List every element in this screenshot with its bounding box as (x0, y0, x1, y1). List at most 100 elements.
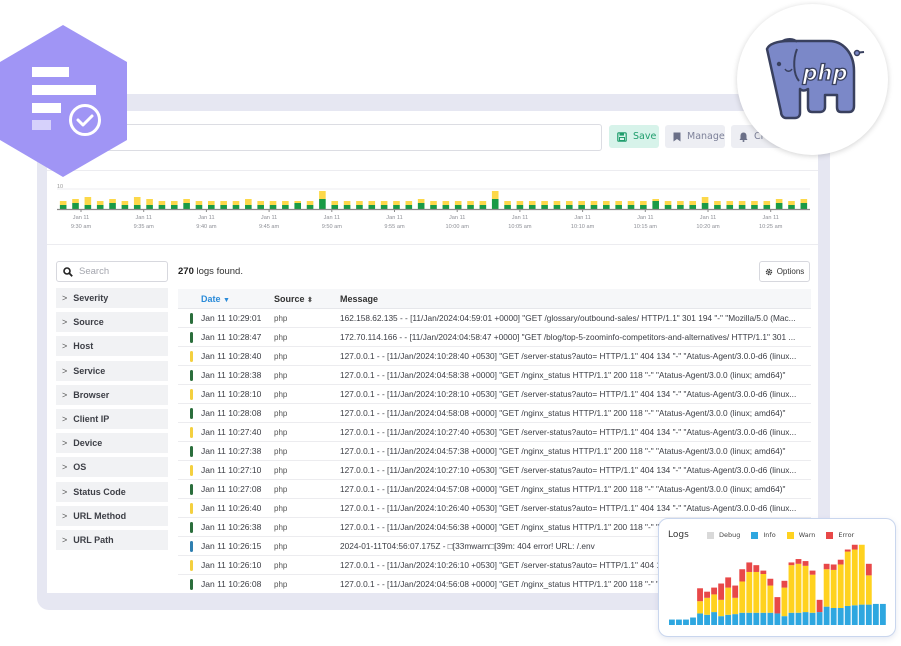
facet-host[interactable]: > Host (56, 336, 168, 357)
histogram-bar-info[interactable] (405, 205, 413, 209)
mini-bar-error[interactable] (711, 587, 718, 595)
mini-bar-warn[interactable] (858, 544, 865, 605)
mini-bar-error[interactable] (865, 563, 872, 576)
histogram-bar-info[interactable] (146, 205, 153, 209)
mini-bar-info[interactable] (711, 612, 718, 625)
histogram-bar-info[interactable] (528, 205, 536, 209)
table-row[interactable]: Jan 11 10:28:08 php 127.0.0.1 - - [11/Jan/… (178, 404, 811, 423)
mini-bar-warn[interactable] (781, 587, 788, 617)
mini-bar-error[interactable] (739, 569, 746, 582)
histogram-bar-warn[interactable] (380, 201, 388, 205)
histogram-bar-warn[interactable] (504, 201, 511, 205)
mini-bar-warn[interactable] (830, 569, 837, 608)
mini-bar-info[interactable] (725, 614, 732, 625)
table-row[interactable]: Jan 11 10:28:40 php 127.0.0.1 - - [11/Jan/… (178, 347, 811, 366)
histogram-bar-warn[interactable] (615, 201, 622, 205)
mini-bar-info[interactable] (690, 617, 696, 625)
facet-browser[interactable]: > Browser (56, 384, 168, 405)
facet-severity[interactable]: > Severity (56, 288, 168, 308)
histogram-bar-warn[interactable] (121, 201, 129, 205)
mini-bar-warn[interactable] (837, 564, 844, 608)
mini-bar-warn[interactable] (746, 571, 753, 613)
histogram-bar-info[interactable] (245, 205, 252, 209)
mini-bar-info[interactable] (844, 605, 851, 625)
histogram-bar-info[interactable] (627, 205, 635, 209)
facet-url-method[interactable]: > URL Method (56, 505, 168, 526)
histogram-bar-info[interactable] (368, 205, 376, 209)
mini-bar-error[interactable] (851, 544, 858, 550)
legend-item-error[interactable]: Error (826, 531, 854, 539)
mini-bar-warn[interactable] (865, 575, 872, 605)
histogram-bar-warn[interactable] (454, 201, 462, 205)
table-row[interactable]: Jan 11 10:27:08 php 127.0.0.1 - - [11/Jan/… (178, 480, 811, 499)
mini-bar-info[interactable] (851, 605, 858, 625)
legend-item-debug[interactable]: Debug (707, 531, 740, 539)
mini-bar-error[interactable] (774, 597, 781, 614)
mini-bar-warn[interactable] (767, 585, 774, 613)
histogram-bar-info[interactable] (257, 205, 264, 209)
mini-bar-info[interactable] (704, 614, 710, 625)
histogram-bar-warn[interactable] (442, 201, 450, 205)
histogram-bar-info[interactable] (331, 205, 339, 209)
histogram-bar-warn[interactable] (677, 201, 684, 205)
mini-bar-error[interactable] (704, 591, 710, 598)
mini-bar-info[interactable] (739, 612, 746, 625)
mini-bar-info[interactable] (781, 616, 788, 625)
mini-bar-info[interactable] (823, 606, 830, 625)
histogram-bar-warn[interactable] (306, 201, 314, 205)
manage-button[interactable]: Manage (665, 125, 725, 148)
table-row[interactable]: Jan 11 10:26:40 php 127.0.0.1 - - [11/Jan/… (178, 499, 811, 518)
histogram-bar-warn[interactable] (109, 199, 116, 203)
mini-bar-info[interactable] (830, 608, 837, 625)
mini-bar-error[interactable] (781, 580, 788, 588)
histogram-bar-warn[interactable] (553, 201, 561, 205)
histogram-bar-warn[interactable] (257, 201, 264, 205)
histogram-bar-warn[interactable] (245, 199, 252, 205)
histogram-bar-info[interactable] (800, 203, 808, 209)
mini-bar-info[interactable] (872, 603, 879, 625)
histogram-bar-info[interactable] (72, 203, 79, 209)
histogram-bar-warn[interactable] (751, 201, 758, 205)
histogram-bar-warn[interactable] (183, 199, 190, 203)
column-header-message[interactable]: Message (340, 294, 378, 304)
histogram-bar-info[interactable] (393, 205, 400, 209)
histogram-bar-info[interactable] (158, 205, 166, 209)
histogram-bar-info[interactable] (232, 205, 240, 209)
histogram-bar-info[interactable] (491, 199, 499, 209)
histogram-bar-info[interactable] (269, 205, 277, 209)
mini-bar-error[interactable] (718, 583, 725, 600)
histogram-bar-warn[interactable] (146, 199, 153, 205)
mini-bar-error[interactable] (823, 563, 830, 570)
mini-bar-error[interactable] (732, 585, 739, 598)
mini-bar-info[interactable] (760, 612, 767, 625)
histogram-bar-warn[interactable] (541, 201, 548, 205)
mini-bar-error[interactable] (767, 578, 774, 586)
mini-bar-error[interactable] (697, 588, 703, 602)
mini-bar-warn[interactable] (809, 574, 816, 613)
mini-bar-info[interactable] (788, 612, 795, 625)
mini-bar-error[interactable] (802, 561, 809, 566)
histogram-bar-info[interactable] (170, 205, 178, 209)
histogram-bar-info[interactable] (467, 205, 474, 209)
table-row[interactable]: Jan 11 10:28:47 php 172.70.114.166 - - [11… (178, 328, 811, 347)
histogram-bar-warn[interactable] (689, 201, 697, 205)
histogram-bar-warn[interactable] (491, 191, 499, 199)
facet-service[interactable]: > Service (56, 360, 168, 381)
facet-device[interactable]: > Device (56, 433, 168, 454)
mini-bar-info[interactable] (802, 612, 809, 625)
mini-bar-warn[interactable] (851, 549, 858, 606)
histogram-bar-warn[interactable] (763, 201, 771, 205)
mini-bar-error[interactable] (809, 570, 816, 575)
table-row[interactable]: Jan 11 10:27:40 php 127.0.0.1 - - [11/Jan/… (178, 423, 811, 442)
mini-bar-error[interactable] (837, 559, 844, 565)
mini-bar-info[interactable] (683, 619, 689, 625)
histogram-bar-warn[interactable] (133, 197, 141, 205)
mini-bar-info[interactable] (837, 608, 844, 625)
mini-bar-warn[interactable] (760, 574, 767, 613)
histogram-bar-info[interactable] (380, 205, 388, 209)
mini-bar-info[interactable] (669, 619, 675, 625)
histogram-bar-warn[interactable] (701, 197, 709, 203)
facet-os[interactable]: > OS (56, 457, 168, 478)
mini-bar-warn[interactable] (697, 601, 703, 614)
mini-bar-info[interactable] (718, 616, 725, 625)
